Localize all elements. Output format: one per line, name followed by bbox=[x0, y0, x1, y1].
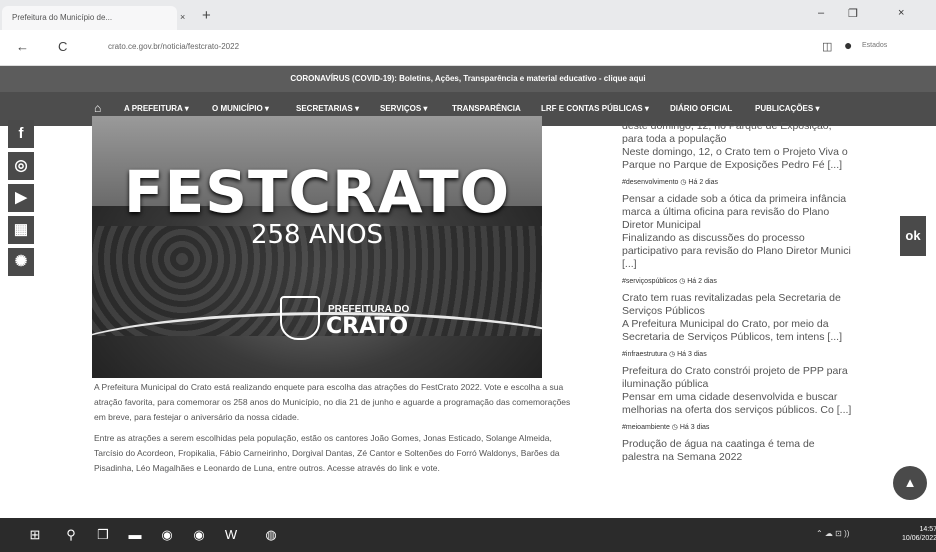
news-item-title[interactable]: Produção de água na caatinga é tema de p… bbox=[622, 438, 854, 464]
article-paragraph-2: Entre as atrações a serem escolhidas pel… bbox=[94, 433, 560, 473]
news-item-title[interactable]: deste domingo, 12, no Parque de Exposiçã… bbox=[622, 120, 854, 146]
browser-tab-bar: Prefeitura do Município de... × + – ❐ × bbox=[0, 0, 936, 30]
app-taskbar-icon[interactable]: ◍ bbox=[262, 526, 280, 544]
facebook-icon[interactable]: f bbox=[8, 120, 34, 148]
news-item-tag[interactable]: #infraestrutura ◷ Há 3 dias bbox=[622, 348, 854, 361]
hero-brand-name: CRATO bbox=[326, 314, 409, 339]
start-icon[interactable]: ⊞ bbox=[26, 526, 44, 544]
hero-title: FESTCRATO bbox=[123, 158, 511, 226]
close-tab-icon[interactable]: × bbox=[180, 12, 185, 22]
news-item-tag[interactable]: #meioambiente ◷ Há 3 dias bbox=[622, 421, 854, 434]
news-item-tag[interactable]: #serviçospúblicos ◷ Há 2 dias bbox=[622, 275, 854, 288]
youtube-icon[interactable]: ▶ bbox=[8, 184, 34, 212]
scroll-to-top-button[interactable]: ▲ bbox=[893, 466, 927, 500]
hero-image: FESTCRATO 258 ANOS PREFEITURA DO CRATO bbox=[92, 116, 542, 378]
browser-icon[interactable]: ◉ bbox=[190, 526, 208, 544]
menu-item-servicos[interactable]: SERVIÇOS ▾ bbox=[380, 104, 427, 113]
news-item-title[interactable]: Prefeitura do Crato constrói projeto de … bbox=[622, 365, 854, 391]
covid-banner-link[interactable]: CORONAVÍRUS (COVID-19): Boletins, Ações,… bbox=[0, 66, 936, 92]
close-window-icon[interactable]: × bbox=[898, 7, 904, 19]
search-icon[interactable]: ⚲ bbox=[62, 526, 80, 544]
word-icon[interactable]: W bbox=[222, 526, 240, 544]
chrome-icon[interactable]: ◉ bbox=[158, 526, 176, 544]
news-item-excerpt: Finalizando as discussões do processo pa… bbox=[622, 232, 851, 270]
taskbar: ⊞ ⚲ ❒ ▬ ◉ ◉ W ◍ ⌃ ☁ ⊡ )) 14:57 10/06/202… bbox=[0, 518, 936, 552]
news-item-title[interactable]: Crato tem ruas revitalizadas pela Secret… bbox=[622, 292, 854, 318]
news-item-excerpt: Neste domingo, 12, o Crato tem o Projeto… bbox=[622, 146, 848, 171]
menu-item-municipio[interactable]: O MUNICÍPIO ▾ bbox=[212, 104, 269, 113]
news-item-excerpt: Pensar em uma cidade desenvolvida e busc… bbox=[622, 391, 852, 416]
side-tab-button[interactable]: ok bbox=[900, 216, 926, 256]
menu-item-secretarias[interactable]: SECRETARIAS ▾ bbox=[296, 104, 359, 113]
menu-item-lrf[interactable]: LRF E CONTAS PÚBLICAS ▾ bbox=[541, 104, 649, 113]
clock-time: 14:57 bbox=[919, 526, 936, 533]
hero-subtitle: 258 ANOS bbox=[250, 220, 384, 250]
task-view-icon[interactable]: ❒ bbox=[94, 526, 112, 544]
extensions-icon[interactable]: ◫ bbox=[822, 40, 832, 53]
app-icon[interactable]: ▦ bbox=[8, 216, 34, 244]
clock-date: 10/06/2022 bbox=[902, 535, 936, 542]
restore-icon[interactable]: ❐ bbox=[848, 7, 858, 20]
browser-tab[interactable]: Prefeitura do Município de... bbox=[2, 6, 177, 30]
file-explorer-icon[interactable]: ▬ bbox=[126, 526, 144, 544]
menu-item-diario-oficial[interactable]: DIÁRIO OFICIAL bbox=[670, 104, 732, 113]
tab-title: Prefeitura do Município de... bbox=[12, 13, 113, 22]
article-body: A Prefeitura Municipal do Crato está rea… bbox=[94, 380, 574, 482]
article-paragraph-1: A Prefeitura Municipal do Crato está rea… bbox=[94, 382, 571, 422]
minimize-icon[interactable]: – bbox=[818, 7, 824, 19]
clock[interactable]: 14:57 10/06/2022 bbox=[902, 525, 936, 543]
crato-shield-icon bbox=[280, 296, 320, 340]
reload-icon[interactable]: C bbox=[58, 39, 67, 54]
instagram-icon[interactable]: ◎ bbox=[8, 152, 34, 180]
home-icon[interactable]: ⌂ bbox=[94, 101, 101, 115]
new-tab-icon[interactable]: + bbox=[202, 7, 211, 24]
menu-item-prefeitura[interactable]: A PREFEITURA ▾ bbox=[124, 104, 189, 113]
profile-avatar-icon[interactable]: ● bbox=[844, 37, 852, 53]
menu-item-publicacoes[interactable]: PUBLICAÇÕES ▾ bbox=[755, 104, 819, 113]
news-sidebar: deste domingo, 12, no Parque de Exposiçã… bbox=[622, 120, 854, 464]
other-social-icon[interactable]: ✺ bbox=[8, 248, 34, 276]
back-icon[interactable]: ← bbox=[16, 39, 29, 54]
news-item-title[interactable]: Pensar a cidade sob a ótica da primeira … bbox=[622, 193, 854, 232]
profile-label[interactable]: Estados bbox=[862, 42, 887, 49]
menu-item-transparencia[interactable]: TRANSPARÊNCIA bbox=[452, 104, 521, 113]
system-tray[interactable]: ⌃ ☁ ⊡ )) bbox=[816, 529, 849, 538]
news-item-tag[interactable]: #desenvolvimento ◷ Há 2 dias bbox=[622, 176, 854, 189]
address-bar: ← C crato.ce.gov.br/noticia/festcrato-20… bbox=[0, 30, 936, 66]
url-field[interactable]: crato.ce.gov.br/noticia/festcrato-2022 bbox=[108, 42, 239, 51]
news-item-excerpt: A Prefeitura Municipal do Crato, por mei… bbox=[622, 318, 843, 343]
